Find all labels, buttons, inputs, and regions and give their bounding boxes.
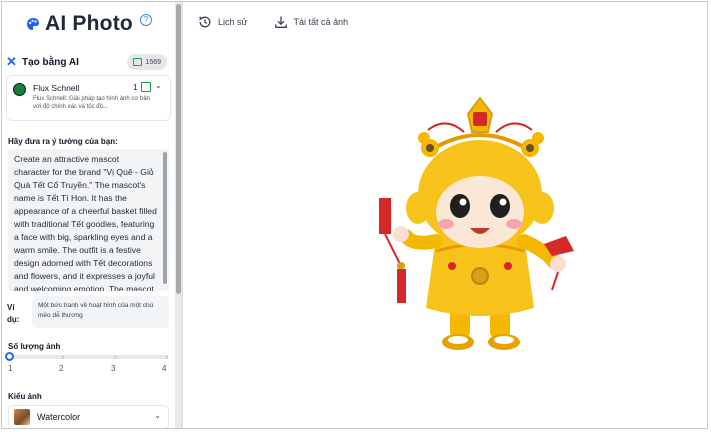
toolbar: Lịch sử Tải tất cả ảnh xyxy=(198,15,374,29)
mascot-face xyxy=(436,176,524,248)
history-icon xyxy=(199,16,211,28)
sidebar: AI Photo ? ✕ Tạo bằng AI 1569 Flux Schne… xyxy=(2,2,175,428)
example-suggestion[interactable]: Một bức tranh về hoạt hình của một chú m… xyxy=(32,296,169,328)
credits-badge: 1569 xyxy=(127,54,167,70)
history-label: Lịch sử xyxy=(218,17,248,27)
panel-divider xyxy=(182,2,183,428)
model-name: Flux Schnell xyxy=(33,83,80,93)
model-image-count: 1 xyxy=(133,83,138,92)
slider-step xyxy=(62,355,64,359)
chevron-down-icon[interactable]: ⌄ xyxy=(154,411,161,420)
style-select[interactable]: Watercolor ⌄ xyxy=(8,405,169,428)
scrollbar-thumb[interactable] xyxy=(176,4,181,294)
app-title: AI Photo xyxy=(45,12,133,35)
prompt-text: Create an attractive mascot character fo… xyxy=(14,154,157,291)
slider-step xyxy=(114,355,116,359)
image-count-label: Số lượng ảnh xyxy=(8,342,61,351)
image-icon xyxy=(141,82,151,92)
style-label: Kiểu ảnh xyxy=(8,392,42,401)
download-icon xyxy=(274,16,287,28)
image-count-slider[interactable] xyxy=(10,355,168,359)
slider-tick: 1 xyxy=(8,364,13,373)
download-all-button[interactable]: Tải tất cả ảnh xyxy=(274,15,349,29)
model-avatar xyxy=(13,83,26,96)
chevron-down-icon[interactable]: ⌄ xyxy=(155,81,162,90)
close-icon[interactable]: ✕ xyxy=(6,54,18,70)
section-title: Tạo bằng AI xyxy=(22,56,79,68)
example-label: Ví dụ: xyxy=(7,303,20,324)
example-text: Một bức tranh về hoạt hình của một chú m… xyxy=(38,302,154,319)
sidebar-scrollbar[interactable] xyxy=(175,2,182,428)
style-value: Watercolor xyxy=(37,412,81,422)
download-all-label: Tải tất cả ảnh xyxy=(293,17,349,27)
credits-count: 1569 xyxy=(145,58,161,66)
app-logo: AI Photo ? xyxy=(26,12,152,36)
style-thumbnail xyxy=(14,409,30,425)
prompt-textarea[interactable]: Create an attractive mascot character fo… xyxy=(8,149,169,291)
model-selector[interactable]: Flux Schnell 1 ⌄ Flux Schnell: Giải pháp… xyxy=(6,75,171,121)
prompt-label: Hãy đưa ra ý tưởng của bạn: xyxy=(8,137,118,146)
section-header: ✕ Tạo bằng AI 1569 xyxy=(6,53,171,71)
slider-tick: 3 xyxy=(111,364,116,373)
generated-image[interactable] xyxy=(318,86,640,382)
slider-step xyxy=(166,355,168,359)
app-window: AI Photo ? ✕ Tạo bằng AI 1569 Flux Schne… xyxy=(1,1,708,429)
history-button[interactable]: Lịch sử xyxy=(198,15,248,29)
firecracker xyxy=(379,198,391,234)
prompt-scrollbar[interactable] xyxy=(163,152,167,284)
tassel xyxy=(397,269,406,303)
question-circle-icon[interactable]: ? xyxy=(139,14,152,26)
slider-tick: 4 xyxy=(162,364,167,373)
model-description: Flux Schnell: Giải pháp tạo hình ảnh cơ … xyxy=(33,96,151,110)
palette-icon xyxy=(27,18,39,30)
image-icon xyxy=(133,58,143,66)
slider-handle[interactable] xyxy=(5,352,14,361)
slider-tick: 2 xyxy=(59,364,64,373)
